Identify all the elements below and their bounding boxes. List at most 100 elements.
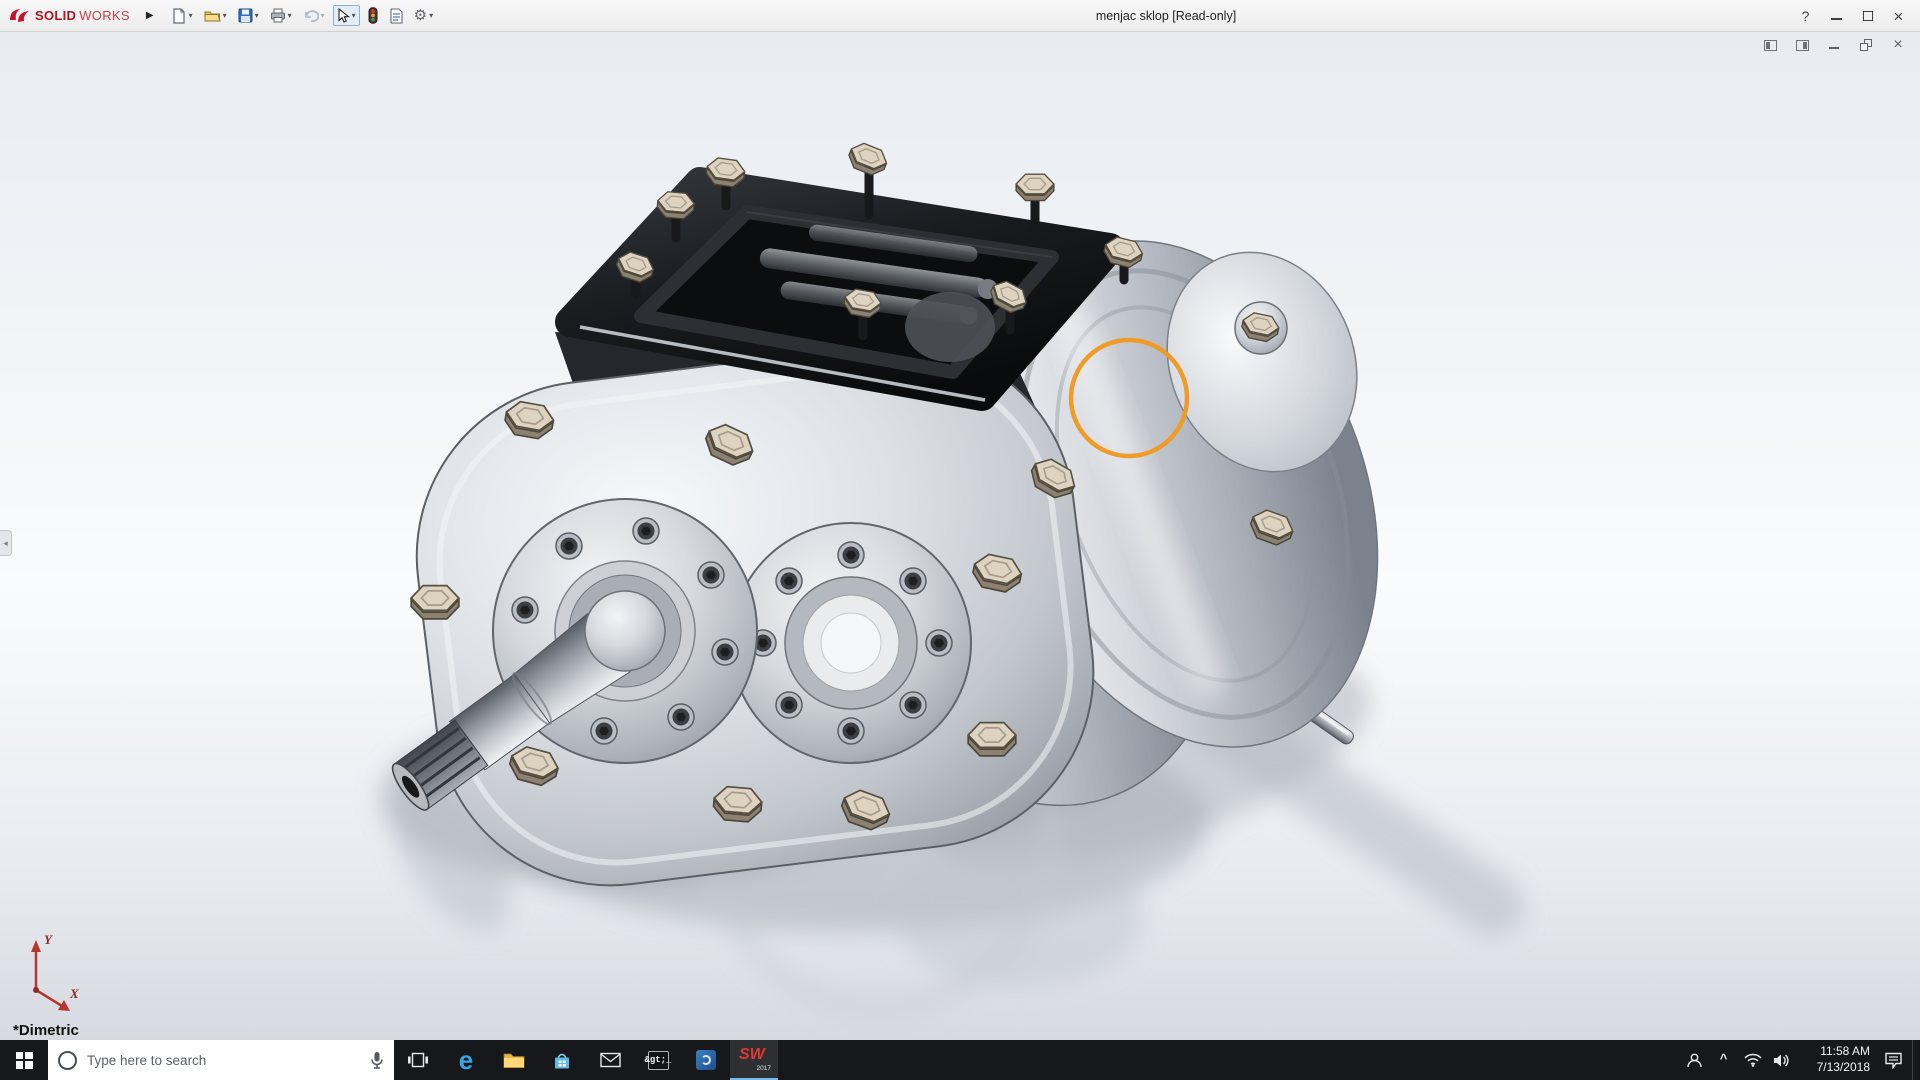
panel-collapse-icon: ◂ xyxy=(3,538,8,549)
help-icon: ? xyxy=(1802,8,1810,24)
new-document-button[interactable]: ▾ xyxy=(168,6,196,26)
view-orientation-label: *Dimetric xyxy=(13,1022,79,1039)
maximize-button[interactable] xyxy=(1852,0,1883,32)
window-controls: ? × xyxy=(1790,0,1914,32)
task-view-icon xyxy=(408,1052,428,1068)
action-center-button[interactable] xyxy=(1874,1040,1912,1080)
clock-date: 7/13/2018 xyxy=(1817,1060,1870,1076)
task-view-button[interactable] xyxy=(394,1040,442,1080)
mail-button[interactable] xyxy=(586,1040,634,1080)
axis-x-label: X xyxy=(69,986,79,1001)
print-button[interactable]: ▾ xyxy=(267,6,295,25)
pane-left-icon xyxy=(1764,40,1777,51)
store-icon xyxy=(552,1050,572,1070)
dropdown-caret-icon[interactable]: ▾ xyxy=(223,11,227,20)
minimize-button[interactable] xyxy=(1821,0,1852,32)
gearbox-3d-model[interactable] xyxy=(0,32,1920,1040)
titlebar: SOLIDWORKS ▶ ▾ ▾ xyxy=(0,0,1920,32)
mail-icon xyxy=(600,1052,621,1068)
app-icon xyxy=(696,1050,716,1070)
terminal-button[interactable]: &gt;_ xyxy=(634,1040,682,1080)
microphone-icon[interactable] xyxy=(370,1051,384,1070)
file-explorer-icon xyxy=(503,1051,525,1069)
dropdown-caret-icon[interactable]: ▾ xyxy=(189,11,193,20)
print-icon xyxy=(270,8,286,23)
app-button[interactable] xyxy=(682,1040,730,1080)
doc-close-icon: × xyxy=(1893,37,1902,53)
store-button[interactable] xyxy=(538,1040,586,1080)
hidden-icons-button[interactable]: ^ xyxy=(1709,1040,1738,1080)
options-button[interactable]: ⚙ ▾ xyxy=(411,6,436,25)
options-gear-icon: ⚙ xyxy=(414,8,427,23)
shaft-root-boss xyxy=(585,591,665,671)
document-title: menjac sklop [Read-only] xyxy=(1096,9,1236,23)
rebuild-stoplight-icon xyxy=(368,7,378,24)
save-button[interactable]: ▾ xyxy=(235,6,262,25)
doc-restore-button[interactable] xyxy=(1858,38,1874,52)
undo-icon xyxy=(303,8,319,23)
close-button[interactable]: × xyxy=(1883,0,1914,32)
doc-close-button[interactable]: × xyxy=(1890,38,1906,52)
brand-works: WORKS xyxy=(79,8,130,23)
speaker-icon xyxy=(1773,1053,1790,1068)
wifi-icon xyxy=(1744,1053,1762,1067)
terminal-icon: &gt;_ xyxy=(648,1051,669,1070)
system-tray: ^ 11:58 AM 7/13/2018 xyxy=(1680,1040,1920,1080)
minimize-icon xyxy=(1831,18,1842,20)
hub-secondary[interactable] xyxy=(731,523,971,763)
document-window-controls: × xyxy=(1762,38,1906,52)
doc-minimize-icon xyxy=(1829,41,1839,49)
windows-logo-icon xyxy=(16,1052,33,1069)
dropdown-caret-icon[interactable]: ▾ xyxy=(321,11,325,20)
pane-right-icon xyxy=(1796,40,1809,51)
orientation-triad: Y X xyxy=(8,928,103,1023)
taskbar-search[interactable] xyxy=(48,1040,394,1080)
file-properties-button[interactable] xyxy=(386,6,406,26)
quick-toolbar: ▾ ▾ ▾ xyxy=(168,5,437,26)
cortana-icon xyxy=(58,1051,77,1070)
taskbar-clock[interactable]: 11:58 AM 7/13/2018 xyxy=(1796,1040,1874,1080)
menu-flyout-arrow-icon[interactable]: ▶ xyxy=(146,10,154,21)
close-icon: × xyxy=(1894,8,1904,25)
people-button[interactable] xyxy=(1680,1040,1709,1080)
show-desktop-button[interactable] xyxy=(1912,1040,1920,1080)
doc-minimize-button[interactable] xyxy=(1826,38,1842,52)
sw-year-text: 2017 xyxy=(757,1065,771,1072)
network-button[interactable] xyxy=(1738,1040,1767,1080)
start-button[interactable] xyxy=(0,1040,48,1080)
volume-button[interactable] xyxy=(1767,1040,1796,1080)
undo-button[interactable]: ▾ xyxy=(300,6,328,25)
featuremanager-collapse-handle[interactable]: ◂ xyxy=(0,530,12,556)
people-icon xyxy=(1686,1052,1703,1069)
solidworks-logo: SOLIDWORKS xyxy=(0,7,136,24)
graphics-viewport[interactable]: × ◂ Y X *Dimetric xyxy=(0,32,1920,1040)
dropdown-caret-icon[interactable]: ▾ xyxy=(255,11,259,20)
select-tool-button[interactable]: ▾ xyxy=(333,5,360,26)
dropdown-caret-icon[interactable]: ▾ xyxy=(288,11,292,20)
solidworks-swirl-icon xyxy=(8,7,32,24)
clock-time: 11:58 AM xyxy=(1820,1044,1870,1060)
dropdown-caret-icon[interactable]: ▾ xyxy=(429,11,433,20)
brand-solid: SOLID xyxy=(35,8,76,23)
windows-taskbar: e &gt;_ xyxy=(0,1040,1920,1080)
solidworks-window: SOLIDWORKS ▶ ▾ ▾ xyxy=(0,0,1920,1080)
solidworks-app-button[interactable]: SW 2017 xyxy=(730,1040,778,1080)
maximize-icon xyxy=(1863,11,1873,21)
taskpane-toggle-left[interactable] xyxy=(1762,38,1778,52)
file-properties-icon xyxy=(389,8,403,24)
solidworks-icon: SW 2017 xyxy=(739,1046,769,1072)
doc-restore-icon xyxy=(1860,39,1872,51)
rebuild-button[interactable] xyxy=(365,5,381,26)
action-center-icon xyxy=(1884,1052,1903,1069)
help-button[interactable]: ? xyxy=(1790,0,1821,32)
chevron-up-icon: ^ xyxy=(1720,1051,1728,1070)
open-button[interactable]: ▾ xyxy=(201,6,230,25)
edge-icon: e xyxy=(459,1047,473,1073)
open-icon xyxy=(204,8,221,23)
taskpane-toggle-right[interactable] xyxy=(1794,38,1810,52)
file-explorer-button[interactable] xyxy=(490,1040,538,1080)
dropdown-caret-icon[interactable]: ▾ xyxy=(352,11,356,20)
edge-browser-button[interactable]: e xyxy=(442,1040,490,1080)
new-document-icon xyxy=(171,8,187,24)
search-input[interactable] xyxy=(87,1053,360,1068)
